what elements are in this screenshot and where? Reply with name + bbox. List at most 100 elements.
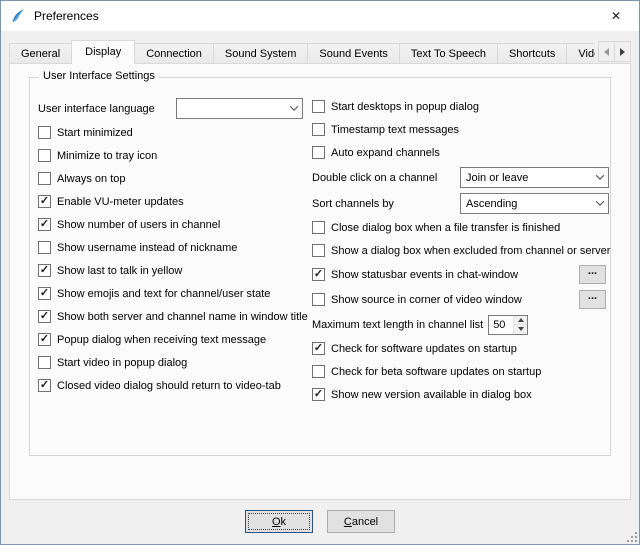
- checkbox-label: Start minimized: [57, 126, 133, 139]
- checkbox-video-source-corner[interactable]: [312, 293, 325, 306]
- checkbox-label: Closed video dialog should return to vid…: [57, 379, 281, 392]
- checkbox[interactable]: ✓: [312, 388, 325, 401]
- checkbox[interactable]: ✓: [38, 310, 51, 323]
- tab-sound-events[interactable]: Sound Events: [307, 43, 400, 64]
- checkbox[interactable]: [38, 172, 51, 185]
- chevron-down-icon: [591, 168, 608, 187]
- max-text-length-spinner[interactable]: 50: [488, 315, 528, 335]
- video-source-more-button[interactable]: ...: [579, 290, 606, 309]
- checkbox-server-channel-title[interactable]: ✓ Show both server and channel name in w…: [38, 305, 312, 328]
- dialog-footer: Ok Cancel: [1, 510, 639, 533]
- cancel-button-label: C: [344, 516, 352, 528]
- resize-grip[interactable]: [625, 530, 638, 543]
- checkbox-label: Close dialog box when a file transfer is…: [331, 221, 560, 234]
- sort-channels-label: Sort channels by: [312, 197, 460, 210]
- checkbox[interactable]: [312, 244, 325, 257]
- checkbox-statusbar-events[interactable]: ✓: [312, 268, 325, 281]
- checkbox-label: Check for software updates on startup: [331, 342, 517, 355]
- checkbox-minimize-to-tray[interactable]: Minimize to tray icon: [38, 144, 312, 167]
- checkbox-emoji-text-state[interactable]: ✓ Show emojis and text for channel/user …: [38, 282, 312, 305]
- checkbox-label: Minimize to tray icon: [57, 149, 157, 162]
- checkbox-video-return-tab[interactable]: ✓ Closed video dialog should return to v…: [38, 374, 312, 397]
- checkbox[interactable]: ✓: [38, 195, 51, 208]
- checkbox-label: Show username instead of nickname: [57, 241, 237, 254]
- max-text-length-label: Maximum text length in channel list: [312, 318, 483, 331]
- checkbox-always-on-top[interactable]: Always on top: [38, 167, 312, 190]
- checkbox-label: Show last to talk in yellow: [57, 264, 182, 277]
- checkbox[interactable]: ✓: [38, 264, 51, 277]
- checkbox-label: Start desktops in popup dialog: [331, 100, 479, 113]
- checkbox-label: Show new version available in dialog box: [331, 388, 532, 401]
- user-interface-settings-group: User Interface Settings User interface l…: [29, 77, 611, 456]
- checkbox[interactable]: [312, 365, 325, 378]
- checkbox[interactable]: [312, 123, 325, 136]
- window-title: Preferences: [34, 9, 99, 23]
- checkbox-show-user-count[interactable]: ✓ Show number of users in channel: [38, 213, 312, 236]
- checkbox[interactable]: [38, 126, 51, 139]
- checkbox-timestamp-messages[interactable]: Timestamp text messages: [312, 118, 606, 141]
- checkbox[interactable]: ✓: [38, 287, 51, 300]
- tab-scroll-left-button[interactable]: [598, 41, 615, 62]
- spinner-up-button[interactable]: [513, 316, 527, 325]
- checkbox-label: Enable VU-meter updates: [57, 195, 184, 208]
- checkbox-popup-text-message[interactable]: ✓ Popup dialog when receiving text messa…: [38, 328, 312, 351]
- spinner-down-button[interactable]: [513, 324, 527, 334]
- checkbox-last-talk-yellow[interactable]: ✓ Show last to talk in yellow: [38, 259, 312, 282]
- checkbox[interactable]: [312, 221, 325, 234]
- right-column: Start desktops in popup dialog Timestamp…: [312, 95, 606, 453]
- tab-shortcuts[interactable]: Shortcuts: [497, 43, 567, 64]
- checkbox-label: Show emojis and text for channel/user st…: [57, 287, 270, 300]
- checkbox[interactable]: ✓: [38, 218, 51, 231]
- tab-connection[interactable]: Connection: [134, 43, 214, 64]
- checkbox[interactable]: [38, 149, 51, 162]
- tab-video[interactable]: Video: [566, 43, 595, 64]
- checkbox-label: Show a dialog box when excluded from cha…: [331, 244, 610, 257]
- max-text-length-row: Maximum text length in channel list 50: [312, 312, 606, 337]
- language-combo-value: [182, 108, 285, 109]
- ok-button-label: O: [272, 516, 281, 528]
- checkbox[interactable]: ✓: [38, 379, 51, 392]
- app-logo-icon: [10, 8, 26, 24]
- checkbox-vu-meter-updates[interactable]: ✓ Enable VU-meter updates: [38, 190, 312, 213]
- sort-channels-combo[interactable]: Ascending: [460, 193, 609, 214]
- double-click-combo[interactable]: Join or leave: [460, 167, 609, 188]
- language-combo[interactable]: [176, 98, 303, 119]
- cancel-button[interactable]: Cancel: [327, 510, 395, 533]
- checkbox[interactable]: ✓: [38, 333, 51, 346]
- checkbox-excluded-dialog[interactable]: Show a dialog box when excluded from cha…: [312, 239, 606, 262]
- checkbox-show-username[interactable]: Show username instead of nickname: [38, 236, 312, 259]
- tab-text-to-speech[interactable]: Text To Speech: [399, 43, 498, 64]
- checkbox[interactable]: [312, 100, 325, 113]
- checkbox-desktops-popup[interactable]: Start desktops in popup dialog: [312, 95, 606, 118]
- ok-button[interactable]: Ok: [245, 510, 313, 533]
- checkbox-new-version-dialog[interactable]: ✓ Show new version available in dialog b…: [312, 383, 606, 406]
- display-tab-panel: User Interface Settings User interface l…: [9, 63, 631, 500]
- close-icon[interactable]: ✕: [593, 1, 639, 31]
- tab-display[interactable]: Display: [71, 40, 135, 64]
- checkbox[interactable]: [312, 146, 325, 159]
- checkbox-close-on-transfer[interactable]: Close dialog box when a file transfer is…: [312, 216, 606, 239]
- video-source-row: Show source in corner of video window ..…: [312, 287, 606, 312]
- language-row: User interface language: [38, 95, 312, 121]
- arrow-down-icon: [518, 327, 524, 331]
- spinner-buttons: [513, 316, 527, 334]
- language-label: User interface language: [38, 102, 176, 115]
- checkbox[interactable]: [38, 241, 51, 254]
- checkbox-beta-updates[interactable]: Check for beta software updates on start…: [312, 360, 606, 383]
- spinner-value: 50: [489, 316, 513, 334]
- cancel-button-label-rest: ancel: [352, 516, 378, 528]
- statusbar-events-more-button[interactable]: ...: [579, 265, 606, 284]
- checkbox[interactable]: [38, 356, 51, 369]
- tab-scroll-right-button[interactable]: [614, 41, 631, 62]
- checkbox[interactable]: ✓: [312, 342, 325, 355]
- checkbox-video-popup[interactable]: Start video in popup dialog: [38, 351, 312, 374]
- title-bar[interactable]: Preferences ✕: [1, 1, 639, 31]
- checkbox-updates-startup[interactable]: ✓ Check for software updates on startup: [312, 337, 606, 360]
- double-click-label: Double click on a channel: [312, 171, 460, 184]
- tab-sound-system[interactable]: Sound System: [213, 43, 309, 64]
- tab-general[interactable]: General: [9, 43, 72, 64]
- sort-channels-row: Sort channels by Ascending: [312, 190, 606, 216]
- checkbox-auto-expand-channels[interactable]: Auto expand channels: [312, 141, 606, 164]
- checkbox-start-minimized[interactable]: Start minimized: [38, 121, 312, 144]
- tab-scroll-buttons: [599, 41, 631, 62]
